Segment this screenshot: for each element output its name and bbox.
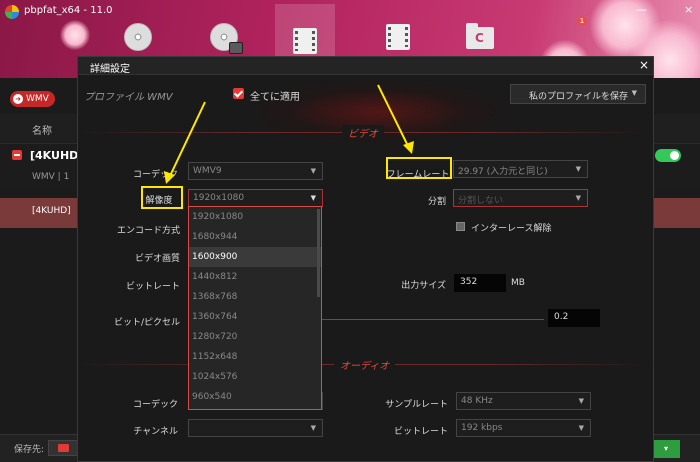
minimize-icon[interactable]: —: [636, 3, 647, 16]
folder-icon[interactable]: [58, 444, 69, 452]
video-codec-label: コーデック: [132, 170, 178, 180]
cherry-blossom-decoration: [60, 20, 90, 50]
file-toggle[interactable]: [655, 149, 681, 162]
output-size-unit: MB: [511, 278, 525, 288]
app-title: pbpfat_x64 - 11.0: [24, 5, 113, 16]
video-codec-value: WMV9: [193, 166, 222, 176]
save-profile-button[interactable]: 私のプロファイルを保存 ▼: [510, 84, 646, 104]
file-select-checkbox[interactable]: [12, 150, 22, 160]
resolution-option[interactable]: 1368x768: [189, 287, 321, 307]
split-value: 分割しない: [458, 196, 504, 206]
toolbox-folder-icon: [466, 23, 494, 51]
run-dropdown-button[interactable]: ▾: [652, 440, 680, 458]
file-title: [4KUHD]: [30, 149, 84, 162]
subtitle-row-title: [4KUHD]: [32, 206, 71, 216]
app-logo-icon: [5, 5, 19, 19]
chevron-down-icon: ▼: [575, 165, 581, 173]
resolution-select[interactable]: 1920x1080 ▼: [188, 189, 323, 207]
bits-per-pixel-value: 0.2: [554, 312, 569, 322]
dvd-disc-icon: [124, 23, 152, 51]
resolution-option[interactable]: 1680x944: [189, 227, 321, 247]
chevron-down-icon: ▼: [575, 194, 581, 202]
video-quality-label: ビデオ画質: [134, 254, 180, 264]
samplerate-value: 48 KHz: [461, 396, 493, 406]
split-select[interactable]: 分割しない ▼: [453, 189, 588, 207]
apply-all-checkbox[interactable]: [233, 88, 244, 99]
chevron-down-icon: ▼: [578, 397, 584, 405]
notification-badge[interactable]: 1: [577, 16, 587, 26]
video-bitrate-label: ビットレート: [125, 282, 180, 292]
dvd-copy-icon: [210, 23, 243, 54]
video-codec-select[interactable]: WMV9 ▼: [188, 162, 323, 180]
dialog-titlebar: 詳細設定 ×: [78, 57, 653, 75]
output-format-pill[interactable]: ➜ WMV: [10, 91, 55, 107]
deinterlace-checkbox[interactable]: [456, 222, 465, 231]
profile-label: プロファイル WMV: [84, 92, 173, 103]
resolution-option[interactable]: 960x540: [189, 387, 321, 407]
resolution-option[interactable]: 1600x900: [189, 247, 321, 267]
column-name: 名称: [32, 126, 52, 137]
split-label: 分割: [427, 197, 446, 207]
audio-bitrate-value: 192 kbps: [461, 423, 503, 433]
chevron-down-icon: ▼: [310, 194, 316, 202]
nav-toolbox[interactable]: [450, 12, 510, 62]
video-section-title: ビデオ: [342, 125, 384, 140]
file-meta: WMV | 1: [32, 172, 70, 182]
audio-bitrate-select[interactable]: 192 kbps ▼: [456, 419, 591, 437]
nav-dvd-convert[interactable]: [108, 12, 168, 62]
output-size-label: 出力サイズ: [401, 281, 446, 291]
chevron-down-icon: ▼: [310, 424, 316, 432]
video-play-icon: [384, 23, 412, 51]
samplerate-label: サンプルレート: [385, 400, 448, 410]
save-profile-label: 私のプロファイルを保存: [529, 92, 629, 102]
encode-method-label: エンコード方式: [116, 226, 180, 236]
output-size-input[interactable]: 352: [454, 274, 506, 292]
dropdown-scrollbar[interactable]: [317, 209, 320, 297]
nav-video-edit[interactable]: [368, 12, 428, 62]
output-format-label: WMV: [26, 94, 49, 104]
resolution-option[interactable]: 1440x812: [189, 267, 321, 287]
apply-all-label: 全てに適用: [250, 92, 300, 103]
bits-per-pixel-label: ビット/ピクセル: [113, 318, 180, 328]
framerate-highlight-box: [386, 157, 452, 179]
chevron-down-icon: ▼: [631, 89, 637, 97]
resolution-option[interactable]: 1360x764: [189, 307, 321, 327]
save-location-label: 保存先:: [14, 445, 45, 455]
audio-bitrate-label: ビットレート: [393, 427, 448, 437]
advanced-settings-dialog: 詳細設定 × プロファイル WMV 全てに適用 私のプロファイルを保存 ▼ ビデ…: [77, 56, 654, 462]
channel-select[interactable]: ▼: [188, 419, 323, 437]
resolution-option[interactable]: 1920x1080: [189, 207, 321, 227]
resolution-option[interactable]: 1152x648: [189, 347, 321, 367]
resolution-option[interactable]: 1280x720: [189, 327, 321, 347]
resolution-value: 1920x1080: [193, 193, 245, 203]
audio-section-title: オーディオ: [334, 357, 396, 372]
bits-per-pixel-slider[interactable]: [322, 319, 544, 320]
arrow-right-icon: ➜: [13, 94, 23, 104]
output-size-value: 352: [460, 277, 478, 287]
resolution-dropdown-list: 1920x1080 1680x944 1600x900 1440x812 1368x76…: [188, 206, 322, 410]
close-window-icon[interactable]: ×: [684, 3, 693, 16]
chevron-down-icon: ▼: [310, 167, 316, 175]
framerate-select[interactable]: 29.97 (入力元と同じ) ▼: [453, 160, 588, 178]
chevron-down-icon: ▼: [578, 424, 584, 432]
resolution-option[interactable]: 1024x576: [189, 367, 321, 387]
channel-label: チャンネル: [133, 427, 178, 437]
resolution-highlight-box: [141, 186, 183, 209]
dialog-title: 詳細設定: [90, 64, 130, 75]
audio-codec-label: コーデック: [132, 400, 178, 410]
nav-dvd-copy[interactable]: [194, 12, 254, 62]
bits-per-pixel-input[interactable]: 0.2: [548, 309, 600, 327]
framerate-value: 29.97 (入力元と同じ): [458, 167, 548, 177]
deinterlace-label: インターレース解除: [471, 224, 552, 234]
film-icon: [291, 27, 319, 55]
dialog-close-icon[interactable]: ×: [639, 58, 649, 72]
samplerate-select[interactable]: 48 KHz ▼: [456, 392, 591, 410]
